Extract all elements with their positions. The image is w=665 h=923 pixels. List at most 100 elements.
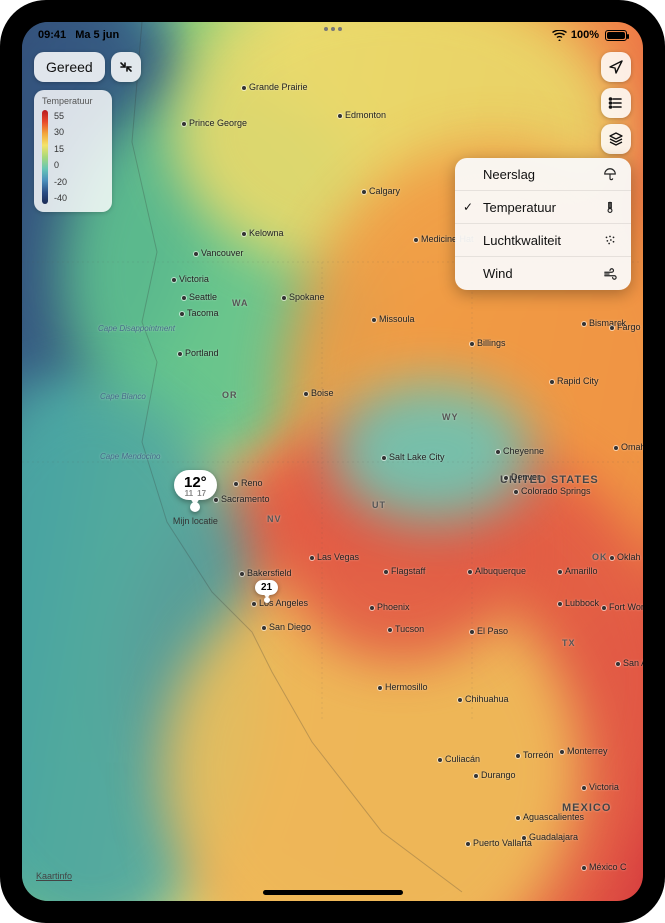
map-label: Colorado Springs	[514, 486, 591, 496]
status-time: 09:41	[38, 29, 66, 41]
status-bar: 09:41 Ma 5 jun 100%	[22, 22, 643, 46]
map-label: Amarillo	[558, 566, 598, 576]
legend-gradient	[42, 110, 48, 204]
map-borders	[22, 22, 643, 901]
weather-map-screen[interactable]: 09:41 Ma 5 jun 100% Gereed	[22, 22, 643, 901]
layer-menu: Neerslag ✓ Temperatuur Luchtkwaliteit Wind	[455, 158, 631, 290]
map-layers-button[interactable]	[601, 124, 631, 154]
legend-tick: -20	[54, 177, 67, 187]
map-label: Culiacán	[438, 754, 480, 764]
pin-primary-lo: 17	[197, 489, 206, 498]
map-label: Victoria	[582, 782, 619, 792]
map-label: UNITED STATES	[500, 474, 599, 486]
map-labels-layer: UNITED STATESMEXICOWAORNVUTWYTXOKCape Di…	[22, 22, 643, 901]
list-icon	[608, 95, 624, 111]
map-label: Tucson	[388, 624, 424, 634]
pin-my-location[interactable]: 12° 11 17 Mijn locatie	[174, 470, 217, 500]
layer-option-luchtkwaliteit[interactable]: Luchtkwaliteit	[455, 224, 631, 257]
map-label: NV	[267, 514, 282, 524]
collapse-icon	[118, 59, 134, 75]
map-label: Boise	[304, 388, 334, 398]
thermometer-icon	[601, 200, 619, 214]
map-label: Vancouver	[194, 248, 243, 258]
legend-tick: 30	[54, 127, 67, 137]
umbrella-icon	[601, 167, 619, 181]
check-icon: ✓	[463, 200, 473, 214]
map-label: Oklah	[610, 552, 641, 562]
map-label: Reno	[234, 478, 263, 488]
pin-secondary[interactable]: 21	[255, 580, 278, 595]
map-label: Victoria	[172, 274, 209, 284]
map-label: Cheyenne	[496, 446, 544, 456]
multitask-indicator[interactable]	[324, 27, 342, 31]
wifi-icon	[552, 30, 567, 41]
legend-tick: 15	[54, 144, 67, 154]
map-label: Durango	[474, 770, 516, 780]
map-label: México C	[582, 862, 627, 872]
map-label: UT	[372, 500, 386, 510]
map-label: Bismarck	[582, 318, 626, 328]
layer-option-label: Neerslag	[483, 167, 535, 182]
map-info-link[interactable]: Kaartinfo	[36, 871, 72, 881]
map-label: El Paso	[470, 626, 508, 636]
wind-icon	[601, 267, 619, 281]
map-label: San Diego	[262, 622, 311, 632]
map-label: Missoula	[372, 314, 415, 324]
map-label: Guadalajara	[522, 832, 578, 842]
temperature-legend: Temperatuur 5530150-20-40	[34, 90, 112, 212]
map-label: Grande Prairie	[242, 82, 308, 92]
location-arrow-icon	[608, 59, 624, 75]
map-label: Kelowna	[242, 228, 284, 238]
locate-me-button[interactable]	[601, 52, 631, 82]
layer-option-label: Luchtkwaliteit	[483, 233, 561, 248]
temperature-heatmap	[22, 22, 643, 901]
battery-icon	[603, 30, 627, 41]
layers-icon	[608, 131, 624, 147]
home-indicator[interactable]	[263, 890, 403, 895]
layer-option-label: Wind	[483, 266, 513, 281]
map-label: Fort Worth	[602, 602, 643, 612]
map-label: Puerto Vallarta	[466, 838, 532, 848]
map-label: Sacramento	[214, 494, 270, 504]
layer-option-wind[interactable]: Wind	[455, 257, 631, 290]
map-label: Fargo	[610, 322, 641, 332]
map-label: San A	[616, 658, 643, 668]
aqi-icon	[601, 233, 619, 247]
map-label: Las Vegas	[310, 552, 359, 562]
map-label: Cape Blanco	[100, 392, 146, 401]
map-label: Cape Disappointment	[98, 324, 175, 333]
done-button[interactable]: Gereed	[34, 52, 105, 82]
done-label: Gereed	[46, 59, 93, 75]
legend-tick: 55	[54, 111, 67, 121]
layer-option-label: Temperatuur	[483, 200, 556, 215]
map-label: Aguascalientes	[516, 812, 584, 822]
locations-list-button[interactable]	[601, 88, 631, 118]
map-label: Flagstaff	[384, 566, 425, 576]
collapse-button[interactable]	[111, 52, 141, 82]
legend-title: Temperatuur	[42, 96, 104, 106]
map-label: MEXICO	[562, 802, 611, 814]
map-label: Bakersfield	[240, 568, 292, 578]
map-label: Albuquerque	[468, 566, 526, 576]
layer-option-temperatuur[interactable]: ✓ Temperatuur	[455, 191, 631, 224]
map-label: Prince George	[182, 118, 247, 128]
map-label: Tacoma	[180, 308, 219, 318]
map-label: Calgary	[362, 186, 400, 196]
map-label: Monterrey	[560, 746, 608, 756]
pin-primary-hi: 11	[185, 489, 193, 498]
map-label: Spokane	[282, 292, 325, 302]
map-label: Rapid City	[550, 376, 599, 386]
map-label: Seattle	[182, 292, 217, 302]
map-label: Omah	[614, 442, 643, 452]
map-label: WY	[442, 412, 459, 422]
map-label: Phoenix	[370, 602, 410, 612]
map-label: OR	[222, 390, 238, 400]
map-label: Los Angeles	[252, 598, 308, 608]
layer-option-neerslag[interactable]: Neerslag	[455, 158, 631, 191]
map-label: OK	[592, 552, 608, 562]
map-label: Denver	[504, 472, 540, 482]
legend-tick: 0	[54, 160, 67, 170]
map-label: Torreón	[516, 750, 554, 760]
legend-ticks: 5530150-20-40	[54, 110, 67, 204]
map-label: WA	[232, 298, 249, 308]
